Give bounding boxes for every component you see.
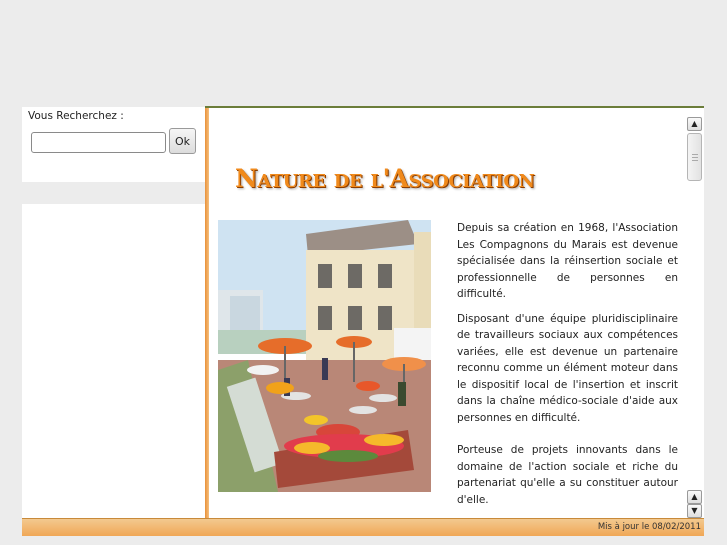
ok-button[interactable]: Ok: [169, 128, 196, 154]
paragraph-history: Depuis sa création en 1968, l'Associatio…: [457, 222, 678, 300]
search-panel: Vous Recherchez : Ok: [22, 107, 205, 182]
paragraph-projects: Porteuse de projets innovants dans le do…: [457, 444, 678, 506]
scroll-down-arrow-icon[interactable]: ▼: [687, 504, 702, 518]
vertical-scrollbar[interactable]: ▲ ▲ ▼: [687, 117, 703, 518]
page-title: Nature de l'Association: [235, 164, 535, 193]
grip-icon: [692, 154, 698, 162]
left-spacer: [22, 182, 205, 204]
scroll-up-arrow-icon[interactable]: ▲: [687, 490, 702, 504]
association-photo: [218, 220, 431, 492]
scroll-thumb[interactable]: [687, 133, 702, 181]
content-frame: Nature de l'Association Depuis sa créati…: [205, 106, 704, 519]
footer-bar: Mis à jour le 08/02/2011: [22, 518, 704, 536]
search-input[interactable]: [31, 132, 166, 153]
search-label: Vous Recherchez :: [28, 110, 124, 122]
last-updated: Mis à jour le 08/02/2011: [597, 522, 701, 532]
left-panel: [22, 204, 205, 518]
description-text: Depuis sa création en 1968, l'Associatio…: [457, 220, 678, 516]
scroll-up-arrow-icon[interactable]: ▲: [687, 117, 702, 131]
paragraph-team: Disposant d'une équipe pluridisciplinair…: [457, 312, 678, 424]
orange-border: [205, 108, 209, 519]
